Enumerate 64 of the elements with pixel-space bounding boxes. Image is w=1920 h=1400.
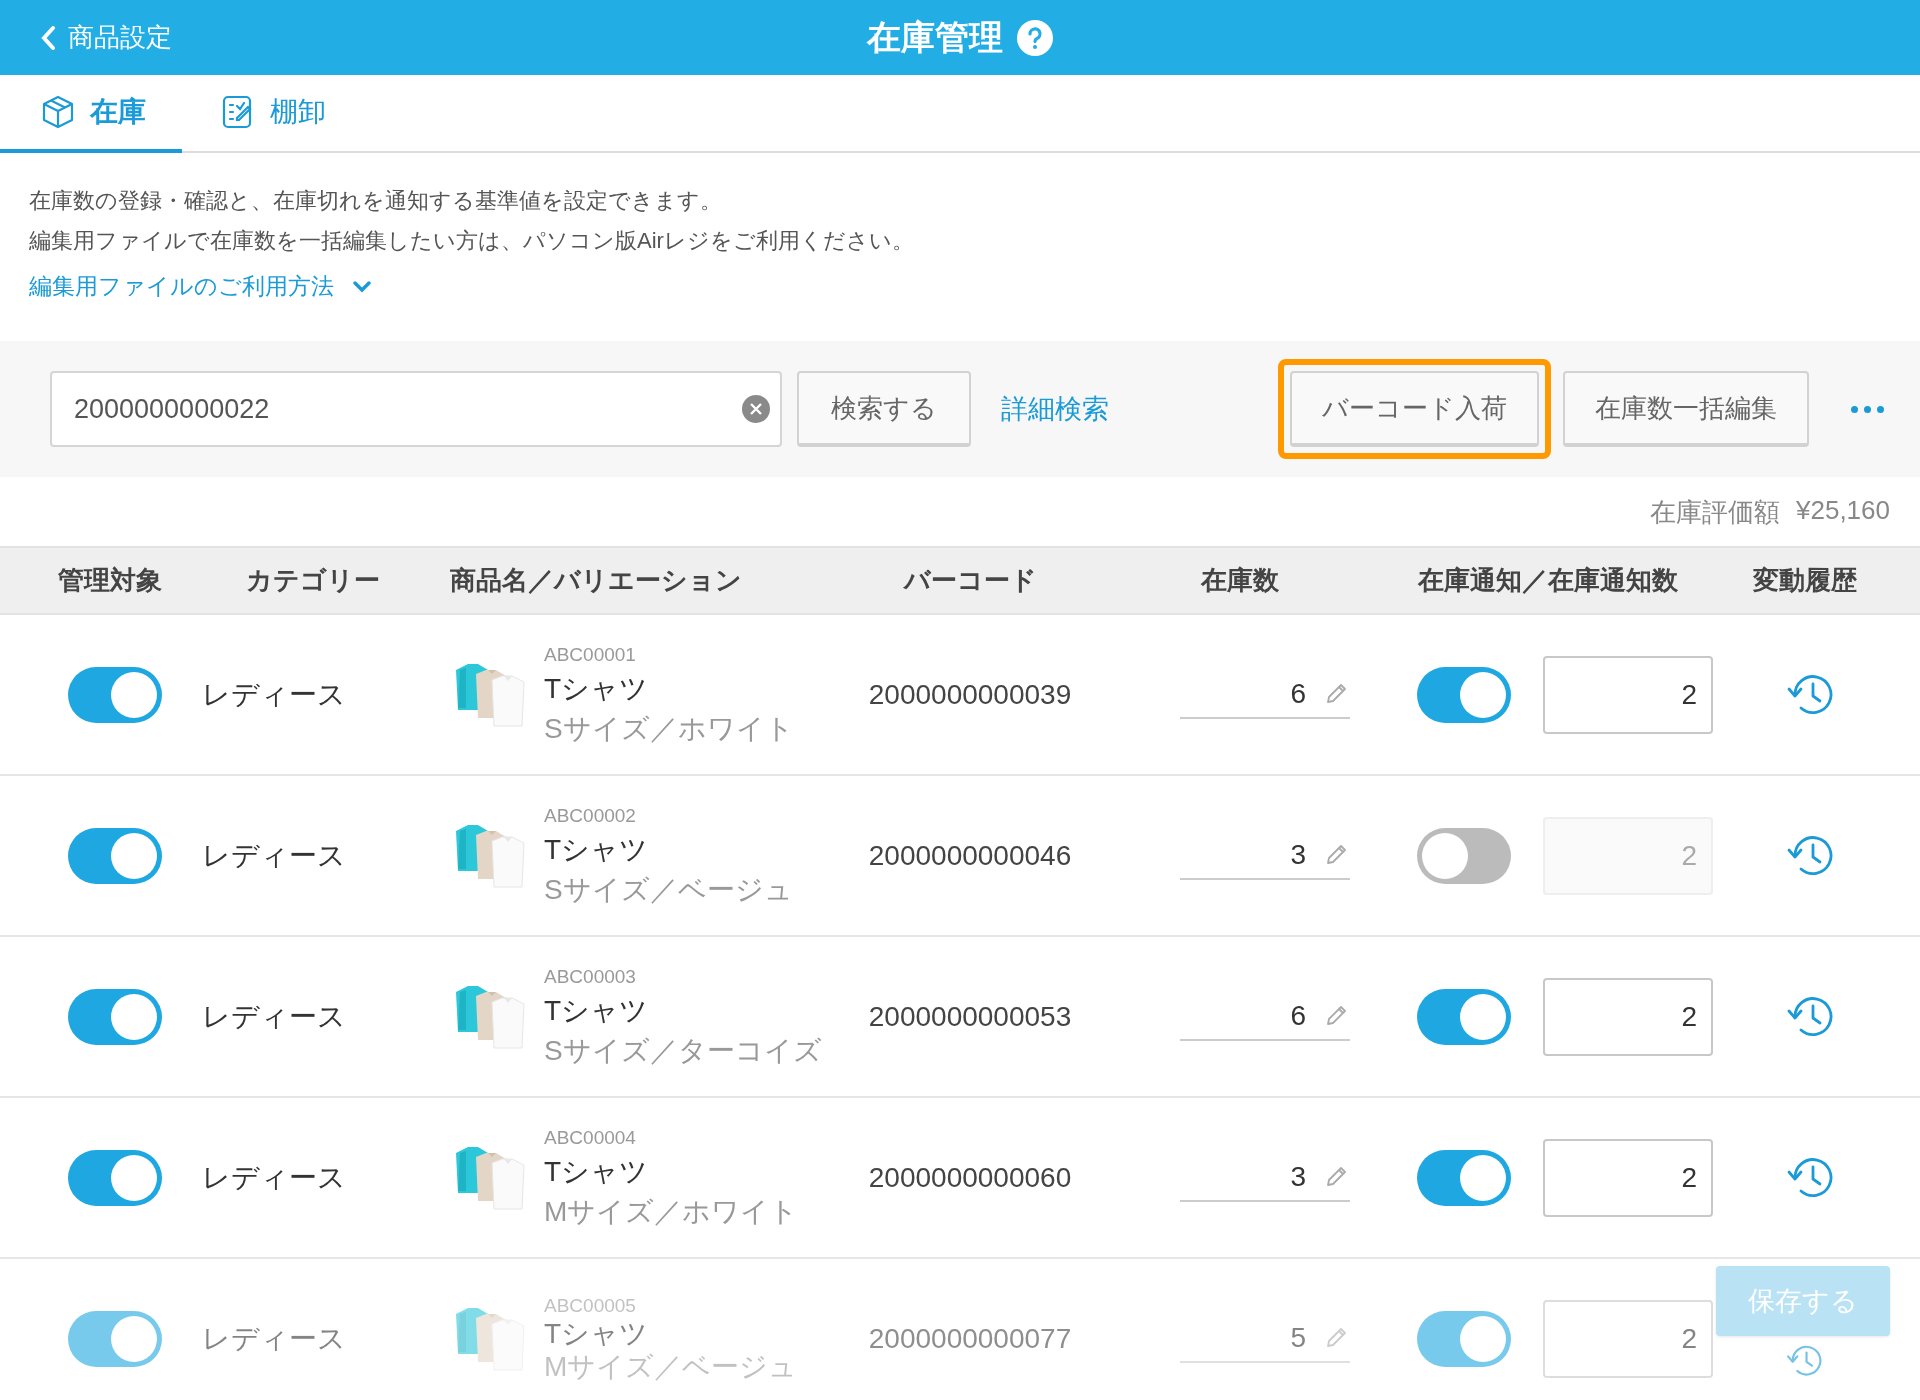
barcode-text: 2000000000060 [868, 1161, 1072, 1194]
stock-field[interactable]: 3 [1180, 831, 1350, 880]
variation-text: Sサイズ／ホワイト [544, 711, 794, 746]
product-code: ABC00003 [544, 964, 637, 989]
search-field[interactable]: 2000000000022 [50, 371, 782, 447]
stock-field[interactable]: 3 [1180, 1153, 1350, 1202]
column-header: 管理対象 [57, 564, 163, 597]
inventory-value: ¥25,160 [1796, 495, 1890, 527]
column-header: バーコード [902, 564, 1038, 597]
action-button[interactable]: 在庫数一括編集 [1563, 371, 1809, 447]
help-link[interactable]: 編集用ファイルのご利用方法 [29, 271, 372, 302]
barcode-text: 2000000000077 [868, 1322, 1072, 1355]
variation-text: Sサイズ／ベージュ [544, 872, 793, 907]
stock-field[interactable]: 6 [1180, 670, 1350, 719]
pencil-icon [1324, 1164, 1348, 1189]
product-name: Tシャツ [544, 993, 650, 1028]
clear-icon[interactable] [742, 395, 770, 423]
box-icon [40, 94, 76, 130]
inventory-value-label: 在庫評価額 [1650, 496, 1780, 529]
stock-field[interactable]: 6 [1180, 992, 1350, 1041]
barcode-text: 2000000000039 [868, 678, 1072, 711]
pencil-icon [1324, 842, 1348, 867]
pencil-icon [1324, 681, 1348, 706]
help-icon[interactable] [1017, 19, 1053, 56]
chevron-left-icon [40, 24, 56, 51]
category-text: レディース [201, 677, 346, 712]
variation-text: Sサイズ／ターコイズ [544, 1033, 822, 1068]
barcode-text: 2000000000053 [868, 1000, 1072, 1033]
tab[interactable]: 在庫 [0, 75, 182, 153]
product-name: Tシャツ [544, 1316, 650, 1350]
barcode-text: 2000000000046 [868, 839, 1072, 872]
column-header: 商品名／バリエーション [449, 564, 743, 597]
column-header: 変動履歴 [1752, 564, 1858, 597]
product-name: Tシャツ [544, 1154, 650, 1189]
column-header: 在庫通知／在庫通知数 [1416, 564, 1679, 597]
notify-count-field[interactable]: 2 [1543, 977, 1713, 1056]
variation-text: Mサイズ／ベージュ [544, 1349, 798, 1383]
description-text: 編集用ファイルで在庫数を一括編集したい方は、パソコン版Airレジをご利用ください。 [29, 227, 915, 255]
notify-count-field[interactable]: 2 [1543, 1138, 1713, 1217]
advanced-search-link[interactable]: 詳細検索 [1001, 391, 1109, 427]
description-text: 在庫数の登録・確認と、在庫切れを通知する基準値を設定できます。 [29, 187, 723, 215]
notify-count-field[interactable]: 2 [1543, 1299, 1713, 1378]
page-title: 在庫管理 [867, 16, 1003, 58]
category-text: レディース [201, 1160, 346, 1195]
column-header: 在庫数 [1199, 564, 1280, 597]
product-code: ABC00001 [544, 642, 637, 667]
category-text: レディース [201, 1321, 346, 1356]
chevron-down-icon [352, 279, 372, 294]
product-code: ABC00004 [544, 1125, 637, 1150]
category-text: レディース [201, 999, 346, 1034]
pencil-icon [1324, 1003, 1348, 1028]
tab[interactable]: 棚卸 [182, 75, 362, 153]
pencil-icon [1324, 1325, 1348, 1350]
variation-text: Mサイズ／ホワイト [544, 1194, 799, 1229]
column-header: カテゴリー [245, 564, 381, 597]
product-name: Tシャツ [544, 832, 650, 867]
action-button[interactable]: バーコード入荷 [1290, 371, 1539, 447]
product-code: ABC00005 [544, 1294, 637, 1317]
product-code: ABC00002 [544, 803, 637, 828]
stock-field[interactable]: 5 [1180, 1314, 1350, 1363]
category-text: レディース [201, 838, 346, 873]
product-name: Tシャツ [544, 671, 650, 706]
notify-count-field[interactable]: 2 [1543, 655, 1713, 734]
search-button[interactable]: 検索する [797, 371, 971, 447]
